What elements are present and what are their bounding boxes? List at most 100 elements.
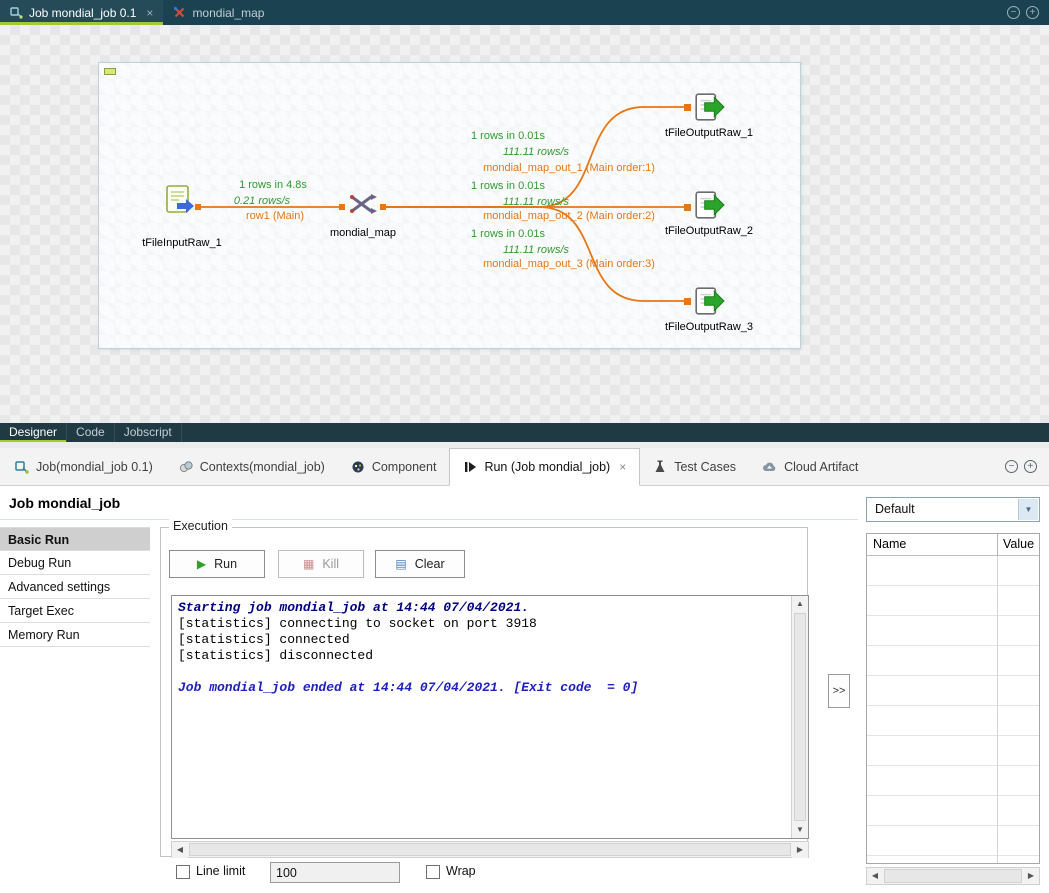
tab-designer[interactable]: Designer	[0, 423, 67, 442]
job-design-panel[interactable]: tFileInputRaw_1 mondial_map tFileO	[98, 62, 801, 349]
tab-jobscript[interactable]: Jobscript	[115, 423, 182, 442]
console-line	[178, 664, 785, 680]
scroll-left-icon[interactable]: ◀	[867, 868, 883, 884]
console-horizontal-scrollbar[interactable]: ◀ ▶	[171, 841, 809, 858]
column-header-name[interactable]: Name	[873, 537, 906, 551]
tab-code[interactable]: Code	[67, 423, 115, 442]
link-label: mondial_map_out_3 (Main order:3)	[483, 258, 655, 270]
console-vertical-scrollbar[interactable]: ▲ ▼	[791, 596, 808, 838]
run-view-icon	[463, 460, 477, 474]
link-stats-rate: 111.11 rows/s	[503, 196, 569, 208]
tab-label: Cloud Artifact	[784, 460, 858, 474]
minimize-icon[interactable]: −	[1005, 460, 1018, 473]
context-table-row[interactable]	[867, 706, 1039, 736]
console-line: Starting job mondial_job at 14:44 07/04/…	[178, 600, 785, 616]
close-icon[interactable]: ×	[619, 460, 626, 474]
component-tfileinputraw[interactable]	[162, 183, 196, 222]
line-limit-checkbox[interactable]	[176, 865, 190, 879]
kill-button[interactable]: ▦ Kill	[278, 550, 364, 578]
context-table-row[interactable]	[867, 646, 1039, 676]
tab-component[interactable]: Component	[338, 448, 450, 485]
tfileoutputraw-icon	[693, 285, 725, 317]
console-line: [statistics] connected	[178, 632, 785, 648]
execution-console[interactable]: Starting job mondial_job at 14:44 07/04/…	[171, 595, 809, 839]
menu-item-memory-run[interactable]: Memory Run	[0, 623, 150, 647]
column-divider[interactable]	[997, 534, 998, 556]
wrap-checkbox[interactable]	[426, 865, 440, 879]
editor-tab-label: mondial_map	[192, 6, 264, 20]
link-stats-rows: 1 rows in 0.01s	[471, 180, 545, 192]
context-table-header: Name Value	[867, 534, 1039, 556]
tmap-icon	[347, 189, 379, 219]
tab-test-cases[interactable]: Test Cases	[640, 448, 749, 485]
tab-contexts[interactable]: Contexts(mondial_job)	[166, 448, 338, 485]
context-table-row[interactable]	[867, 736, 1039, 766]
scroll-right-icon[interactable]: ▶	[792, 842, 808, 858]
test-cases-icon	[653, 460, 667, 474]
menu-item-advanced-settings[interactable]: Advanced settings	[0, 575, 150, 599]
menu-item-debug-run[interactable]: Debug Run	[0, 551, 150, 575]
context-table-row[interactable]	[867, 766, 1039, 796]
editor-tab-job[interactable]: Job mondial_job 0.1 ×	[0, 0, 163, 25]
kill-button-label: Kill	[322, 557, 339, 571]
component-mondial-map[interactable]	[347, 189, 379, 224]
component-tfileoutputraw-1[interactable]	[693, 91, 725, 128]
link-label: mondial_map_out_1 (Main order:1)	[483, 162, 655, 174]
tab-job-view[interactable]: Job(mondial_job 0.1)	[2, 448, 166, 485]
context-horizontal-scrollbar[interactable]: ◀ ▶	[866, 867, 1040, 885]
context-table-row[interactable]	[867, 826, 1039, 856]
context-table-row[interactable]	[867, 856, 1039, 864]
component-tfileoutputraw-3[interactable]	[693, 285, 725, 322]
dropdown-arrow-icon[interactable]: ▼	[1018, 499, 1038, 520]
editor-window-buttons: − +	[1007, 0, 1049, 25]
component-icon	[351, 460, 365, 474]
title-divider	[0, 519, 858, 520]
scrollbar-thumb[interactable]	[794, 613, 806, 821]
menu-item-basic-run[interactable]: Basic Run	[0, 527, 150, 551]
designer-view-tab-bar: Designer Code Jobscript	[0, 423, 1049, 442]
expand-context-button[interactable]: >>	[828, 674, 850, 708]
run-button[interactable]: ▶ Run	[169, 550, 265, 578]
link-label: row1 (Main)	[246, 210, 304, 222]
scroll-down-icon[interactable]: ▼	[792, 822, 808, 838]
maximize-icon[interactable]: +	[1026, 6, 1039, 19]
console-line: [statistics] connecting to socket on por…	[178, 616, 785, 632]
scroll-right-icon[interactable]: ▶	[1023, 868, 1039, 884]
component-tfileoutputraw-2[interactable]	[693, 189, 725, 226]
designer-canvas: tFileInputRaw_1 mondial_map tFileO	[0, 25, 1049, 423]
menu-item-target-exec[interactable]: Target Exec	[0, 599, 150, 623]
wrap-label: Wrap	[446, 864, 476, 878]
column-header-value[interactable]: Value	[1003, 537, 1034, 551]
context-table-row[interactable]	[867, 796, 1039, 826]
context-table-row[interactable]	[867, 556, 1039, 586]
clear-icon: ▤	[395, 557, 406, 571]
tab-cloud-artifact[interactable]: Cloud Artifact	[749, 448, 871, 485]
scroll-up-icon[interactable]: ▲	[792, 596, 808, 612]
page-title: Job mondial_job	[9, 495, 120, 511]
context-table-row[interactable]	[867, 586, 1039, 616]
context-select[interactable]: Default ▼	[866, 497, 1040, 522]
scrollbar-thumb[interactable]	[884, 869, 1022, 883]
close-icon[interactable]: ×	[146, 6, 153, 20]
tab-run[interactable]: Run (Job mondial_job) ×	[449, 448, 640, 486]
link-stats-rate: 0.21 rows/s	[234, 195, 290, 207]
line-limit-input[interactable]	[270, 862, 400, 883]
view-window-buttons: − +	[1005, 448, 1049, 485]
editor-tab-map[interactable]: mondial_map	[163, 0, 274, 25]
job-tab-icon	[10, 6, 23, 19]
context-table-row[interactable]	[867, 676, 1039, 706]
context-table-row[interactable]	[867, 616, 1039, 646]
tab-label: Test Cases	[674, 460, 736, 474]
maximize-icon[interactable]: +	[1024, 460, 1037, 473]
link-stats-rows: 1 rows in 0.01s	[471, 130, 545, 142]
link-label: mondial_map_out_2 (Main order:2)	[483, 210, 655, 222]
tab-label: Contexts(mondial_job)	[200, 460, 325, 474]
clear-button[interactable]: ▤ Clear	[375, 550, 465, 578]
minimize-icon[interactable]: −	[1007, 6, 1020, 19]
scrollbar-thumb[interactable]	[189, 843, 791, 856]
run-button-label: Run	[214, 557, 237, 571]
clear-button-label: Clear	[415, 557, 445, 571]
context-select-value: Default	[875, 502, 915, 516]
scroll-left-icon[interactable]: ◀	[172, 842, 188, 858]
tab-label: Job(mondial_job 0.1)	[36, 460, 153, 474]
